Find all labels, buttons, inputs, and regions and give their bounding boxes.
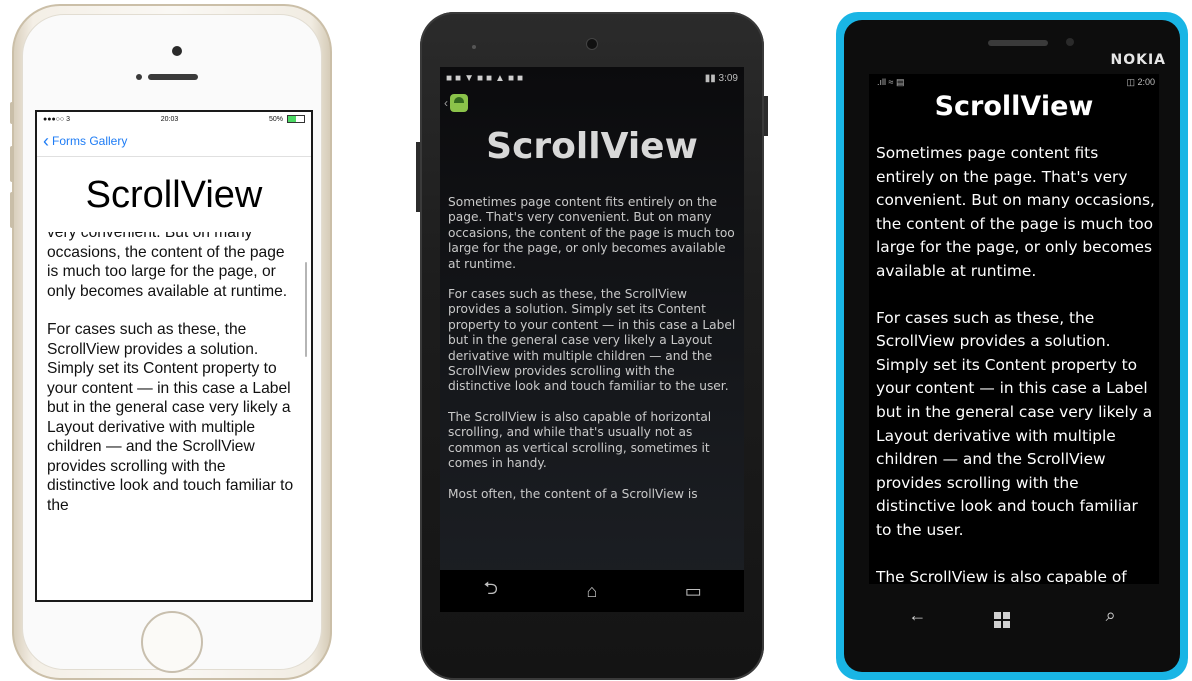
android-device: ■■▼■■▲■■ ▮▮ 3:09 ‹ ScrollView Sometimes …	[416, 12, 768, 680]
wp-screen: .ıll ≈ ▤ ◫ 2:00 ScrollView Sometimes pag…	[869, 74, 1159, 584]
back-arrow-icon[interactable]: ←	[897, 605, 937, 626]
chevron-left-icon: ‹	[444, 96, 448, 110]
iphone-volume-up	[10, 146, 14, 182]
notification-icons: ■■▼■■▲■■	[446, 72, 527, 84]
ios-scroll-indicator	[305, 262, 307, 357]
recent-apps-icon[interactable]: ▭	[673, 581, 713, 602]
iphone-device: ●●●○○ 3 20:03 50% ‹ Forms Gallery Scroll…	[10, 4, 332, 680]
search-icon[interactable]: ⌕	[1091, 605, 1131, 626]
android-paragraph: Most often, the content of a ScrollView …	[448, 486, 698, 501]
nokia-camera	[1066, 38, 1074, 46]
android-page-title: ScrollView	[486, 126, 698, 167]
wp-paragraph: Sometimes page content fits entirely on …	[876, 144, 1155, 280]
iphone-camera	[172, 46, 182, 56]
wp-scrollview[interactable]: Sometimes page content fits entirely on …	[876, 142, 1155, 584]
battery-icon	[286, 115, 305, 123]
wp-hardware-keys: ← ⌕	[869, 590, 1159, 640]
wp-paragraph: For cases such as these, the ScrollView …	[876, 308, 1153, 539]
ios-paragraph: very convenient. But on many occasions, …	[47, 232, 288, 300]
chevron-left-icon: ‹	[43, 131, 49, 151]
android-app-icon	[450, 94, 468, 112]
android-paragraph: The ScrollView is also capable of horizo…	[448, 409, 712, 471]
back-icon[interactable]: ⮌	[471, 576, 511, 606]
ios-back-button[interactable]: ‹ Forms Gallery	[37, 126, 311, 157]
ios-time: 20:03	[160, 115, 179, 123]
ios-battery: 50%	[269, 115, 305, 123]
ios-paragraph: For cases such as these, the ScrollView …	[47, 321, 294, 514]
iphone-earpiece	[148, 74, 198, 80]
android-action-bar[interactable]: ‹	[440, 89, 744, 117]
android-nav-bar: ⮌ ⌂ ▭	[440, 570, 744, 612]
android-camera	[586, 38, 598, 50]
iphone-sensor	[136, 74, 142, 80]
android-status-bar: ■■▼■■▲■■ ▮▮ 3:09	[440, 67, 744, 89]
android-time: 3:09	[718, 72, 738, 84]
android-scrollview[interactable]: Sometimes page content fits entirely on …	[448, 195, 736, 570]
windows-start-icon[interactable]	[993, 603, 1034, 628]
wp-page-title: ScrollView	[934, 91, 1094, 122]
android-screen: ■■▼■■▲■■ ▮▮ 3:09 ‹ ScrollView Sometimes …	[440, 67, 744, 612]
ios-page-title: ScrollView	[85, 174, 263, 216]
ios-screen: ●●●○○ 3 20:03 50% ‹ Forms Gallery Scroll…	[35, 110, 313, 602]
signal-icon: .ıll ≈ ▤	[877, 76, 905, 87]
android-power-button	[764, 96, 768, 136]
home-icon[interactable]: ⌂	[572, 581, 612, 602]
android-sensor	[472, 45, 476, 49]
wp-scroll-label: Sometimes page content fits entirely on …	[876, 142, 1155, 584]
wp-time: 2:00	[1137, 76, 1155, 87]
ios-scroll-label: very convenient. But on many occasions, …	[47, 232, 297, 515]
android-status-right: ▮▮ 3:09	[704, 72, 738, 84]
ios-status-bar: ●●●○○ 3 20:03 50%	[37, 112, 311, 126]
android-paragraph: Sometimes page content fits entirely on …	[448, 195, 735, 271]
nokia-logo: NOKIA	[1110, 52, 1166, 68]
android-paragraph: For cases such as these, the ScrollView …	[448, 287, 736, 394]
wp-status-bar: .ıll ≈ ▤ ◫ 2:00	[869, 74, 1159, 90]
iphone-home-button[interactable]	[141, 611, 203, 673]
ios-scrollview[interactable]: very convenient. But on many occasions, …	[47, 232, 297, 600]
wp-paragraph: The ScrollView is also capable of horizo…	[876, 567, 1127, 585]
nokia-device: NOKIA .ıll ≈ ▤ ◫ 2:00 ScrollView Sometim…	[836, 12, 1188, 680]
nokia-earpiece	[988, 40, 1048, 46]
iphone-volume-down	[10, 192, 14, 228]
ios-back-label: Forms Gallery	[52, 134, 128, 148]
wp-status-right: ◫ 2:00	[1126, 76, 1155, 87]
android-volume-rocker	[416, 142, 420, 212]
ios-battery-percent: 50%	[269, 115, 284, 123]
ios-carrier: ●●●○○ 3	[43, 115, 70, 123]
iphone-mute-switch	[10, 102, 14, 124]
